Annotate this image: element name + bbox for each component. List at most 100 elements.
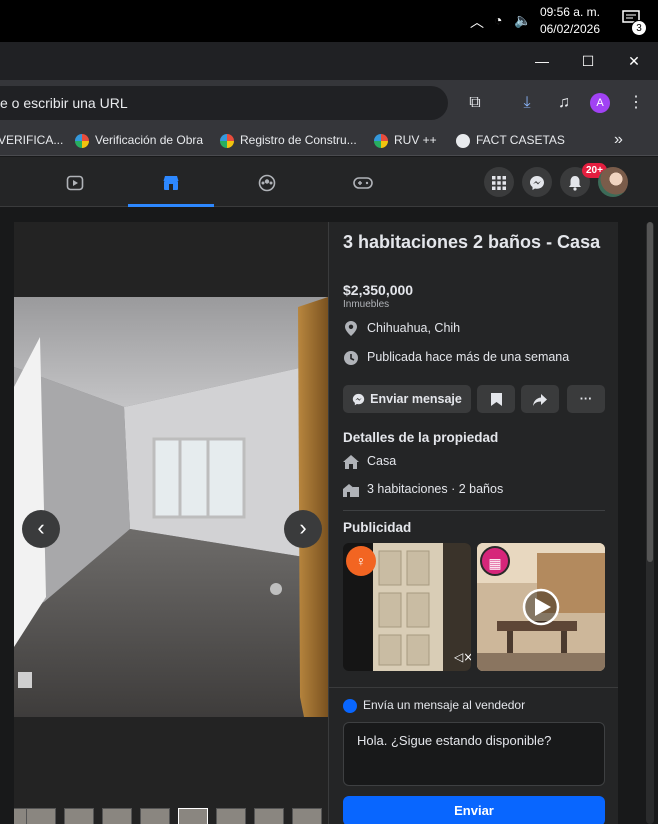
photo-thumbnail[interactable] (26, 808, 56, 824)
property-details-title: Detalles de la propiedad (343, 430, 499, 445)
clock-date: 06/02/2026 (539, 22, 600, 36)
clock-icon (343, 350, 359, 365)
listing-title: 3 habitaciones 2 baños - Casa (343, 232, 601, 252)
published-row: Publicada hace más de una semana (343, 350, 569, 365)
ad-card[interactable]: ◁× ♀ (343, 543, 471, 671)
photo-viewer: ‹ › (14, 222, 328, 824)
bookmarks-bar: VERIFICA... Verificación de Obra Registr… (0, 126, 658, 156)
facebook-top-nav: 20+ (0, 157, 658, 207)
ruv-favicon-icon (75, 133, 89, 148)
svg-text:◁×: ◁× (453, 650, 471, 664)
globe-icon (456, 133, 470, 148)
photo-thumbnails (14, 808, 328, 824)
marketplace-icon (163, 175, 179, 190)
share-button[interactable] (521, 385, 559, 413)
bell-icon (569, 176, 581, 191)
listing-price: $2,350,000 (343, 282, 414, 298)
rooms-text: 3 habitaciones · 2 baños (367, 482, 504, 496)
previous-photo-button[interactable]: ‹ (22, 510, 60, 548)
ads-title: Publicidad (343, 520, 412, 535)
listing-category[interactable]: Inmuebles (343, 299, 389, 310)
browser-title-bar: — ☐ ✕ (0, 42, 658, 80)
close-window-button[interactable]: ✕ (614, 50, 654, 72)
account-avatar[interactable] (598, 167, 628, 197)
bookmark-verificacion-obra[interactable]: Verificación de Obra (75, 126, 203, 156)
location-text[interactable]: Chihuahua, Chih (367, 321, 460, 335)
marketplace-listing-page: ‹ › 3 habitaciones 2 baños - Casa $2,350… (0, 207, 658, 824)
photo-thumbnail[interactable] (102, 808, 132, 824)
save-button[interactable] (477, 385, 515, 413)
tab-gaming[interactable] (320, 157, 406, 207)
send-message-label: Enviar mensaje (370, 392, 462, 406)
composer-header-text: Envía un mensaje al vendedor (363, 698, 526, 712)
bookmark-ruv[interactable]: RUV ++ (374, 126, 437, 156)
tab-video[interactable] (32, 157, 118, 207)
listing-photo (14, 297, 328, 717)
house-icon (343, 454, 359, 469)
messenger-icon (343, 698, 357, 713)
message-input[interactable]: Hola. ¿Sigue estando disponible? (343, 722, 605, 786)
bookmark-label: Verificación de Obra (95, 133, 204, 147)
maximize-button[interactable]: ☐ (568, 50, 608, 72)
bookmark-registro-construccion[interactable]: Registro de Constru... (220, 126, 357, 156)
room-photo-image (14, 297, 328, 717)
share-icon (533, 393, 547, 406)
notification-center-icon[interactable]: 3 (622, 10, 647, 36)
messenger-icon (530, 176, 544, 191)
composer-header: Envía un mensaje al vendedor (343, 698, 525, 713)
groups-icon (258, 174, 276, 191)
system-clock[interactable]: 09:56 a. m. 06/02/2026 (540, 4, 600, 38)
rooms-icon (343, 482, 359, 497)
extensions-icon[interactable]: ⧉ (464, 92, 486, 114)
bookmark-fact-casetas[interactable]: FACT CASETAS (456, 126, 565, 156)
scrollbar-thumb[interactable] (647, 222, 653, 562)
minimize-button[interactable]: — (522, 50, 562, 72)
volume-icon[interactable]: 🔈 (514, 12, 531, 29)
bookmark-label: VERIFICA... (0, 133, 64, 147)
grid-icon (492, 176, 506, 191)
send-message-button[interactable]: Enviar mensaje (343, 385, 471, 413)
published-text: Publicada hace más de una semana (367, 350, 570, 364)
photo-thumbnail[interactable] (64, 808, 94, 824)
address-bar[interactable]: e o escribir una URL (0, 86, 448, 120)
photo-thumbnail[interactable] (254, 808, 284, 824)
send-button[interactable]: Enviar (343, 796, 605, 824)
chevron-up-icon[interactable]: ︿ (470, 12, 484, 32)
tab-groups[interactable] (224, 157, 310, 207)
menu-dots-icon[interactable]: ⋮ (625, 92, 647, 114)
more-options-button[interactable]: ··· (567, 385, 605, 413)
bookmark-verifica[interactable]: VERIFICA... (0, 126, 63, 156)
next-photo-button[interactable]: › (284, 510, 322, 548)
property-type: Casa (367, 454, 397, 468)
bookmark-label: RUV ++ (394, 133, 437, 147)
section-divider (343, 510, 605, 511)
photo-thumbnail-selected[interactable] (178, 808, 208, 824)
ruv-favicon-icon (220, 133, 234, 148)
media-control-icon[interactable]: ♫ (553, 92, 575, 114)
clock-time: 09:56 a. m. (539, 5, 600, 19)
photo-thumbnail[interactable] (216, 808, 246, 824)
wifi-icon[interactable]: ◔ (494, 12, 502, 28)
bookmark-icon (490, 393, 502, 407)
messenger-icon (352, 394, 365, 406)
ruv-favicon-icon (374, 133, 388, 148)
bookmarks-overflow-button[interactable]: » (614, 126, 623, 156)
photo-thumbnail[interactable] (140, 808, 170, 824)
brand-logo-icon: ▦ (480, 546, 510, 576)
ad-card[interactable]: ▦ (477, 543, 605, 671)
menu-grid-icon[interactable] (484, 167, 514, 197)
tab-marketplace[interactable] (128, 157, 214, 207)
message-composer: Envía un mensaje al vendedor Hola. ¿Sigu… (329, 687, 618, 824)
profile-avatar[interactable]: A (590, 93, 610, 113)
photo-thumbnail[interactable] (292, 808, 322, 824)
page-scrollbar[interactable] (646, 222, 654, 824)
bookmark-label: Registro de Constru... (240, 133, 357, 147)
browser-toolbar: e o escribir una URL ⧉ ⤓ ♫ A ⋮ (0, 80, 658, 126)
property-type-row: Casa (343, 454, 396, 469)
listing-details-panel: 3 habitaciones 2 baños - Casa $2,350,000… (328, 222, 618, 824)
location-row: Chihuahua, Chih (343, 321, 460, 337)
video-icon (66, 175, 84, 190)
notification-count: 3 (631, 20, 647, 36)
messenger-button[interactable] (522, 167, 552, 197)
download-icon[interactable]: ⤓ (516, 92, 538, 114)
